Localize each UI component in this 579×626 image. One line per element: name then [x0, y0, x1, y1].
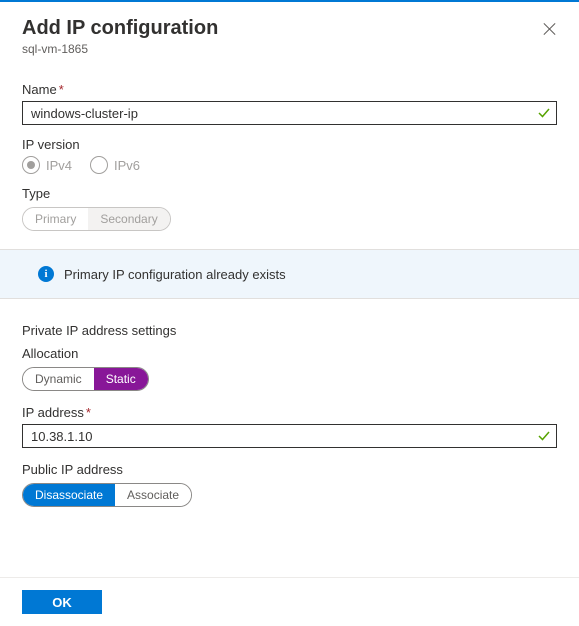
name-label-text: Name [22, 82, 57, 97]
required-indicator: * [86, 405, 91, 420]
ip-address-input-wrap [22, 424, 557, 448]
name-label: Name* [22, 82, 557, 97]
public-ip-toggle[interactable]: Disassociate Associate [22, 483, 192, 507]
info-icon: i [38, 266, 54, 282]
blade-titles: Add IP configuration sql-vm-1865 [22, 16, 543, 56]
public-ip-associate-pill[interactable]: Associate [115, 484, 191, 506]
blade-title: Add IP configuration [22, 16, 543, 40]
valid-check-icon [537, 106, 551, 120]
ip-version-options: IPv4 IPv6 [22, 156, 557, 174]
name-input[interactable] [22, 101, 557, 125]
type-toggle: Primary Secondary [22, 207, 171, 231]
type-secondary-pill: Secondary [88, 208, 169, 230]
private-ip-section-title: Private IP address settings [22, 323, 557, 338]
name-input-wrap [22, 101, 557, 125]
ipv4-label: IPv4 [46, 158, 72, 173]
blade-body: Name* IP version IPv4 IPv6 [0, 64, 579, 577]
allocation-static-pill[interactable]: Static [94, 368, 148, 390]
type-primary-pill: Primary [23, 208, 88, 230]
name-field: Name* [22, 82, 557, 125]
ip-address-input[interactable] [22, 424, 557, 448]
type-label: Type [22, 186, 557, 201]
blade-subtitle: sql-vm-1865 [22, 42, 543, 56]
blade-header: Add IP configuration sql-vm-1865 [0, 2, 579, 64]
allocation-dynamic-pill[interactable]: Dynamic [23, 368, 94, 390]
ip-version-label: IP version [22, 137, 557, 152]
ip-address-label: IP address* [22, 405, 557, 420]
ok-button[interactable]: OK [22, 590, 102, 614]
blade-footer: OK [0, 577, 579, 626]
public-ip-label: Public IP address [22, 462, 557, 477]
ipv6-radio [90, 156, 108, 174]
type-field: Type Primary Secondary [22, 186, 557, 231]
public-ip-disassociate-pill[interactable]: Disassociate [23, 484, 115, 506]
ip-address-field: IP address* [22, 405, 557, 448]
ip-version-field: IP version IPv4 IPv6 [22, 137, 557, 174]
ipv6-option: IPv6 [90, 156, 140, 174]
ipv6-label: IPv6 [114, 158, 140, 173]
allocation-label: Allocation [22, 346, 557, 361]
close-icon[interactable] [543, 22, 557, 36]
ip-address-label-text: IP address [22, 405, 84, 420]
required-indicator: * [59, 82, 64, 97]
ipv4-option: IPv4 [22, 156, 72, 174]
add-ip-config-blade: Add IP configuration sql-vm-1865 Name* I… [0, 0, 579, 626]
info-bar: i Primary IP configuration already exist… [0, 249, 579, 299]
allocation-toggle[interactable]: Dynamic Static [22, 367, 149, 391]
ipv4-radio [22, 156, 40, 174]
valid-check-icon [537, 429, 551, 443]
info-text: Primary IP configuration already exists [64, 267, 286, 282]
